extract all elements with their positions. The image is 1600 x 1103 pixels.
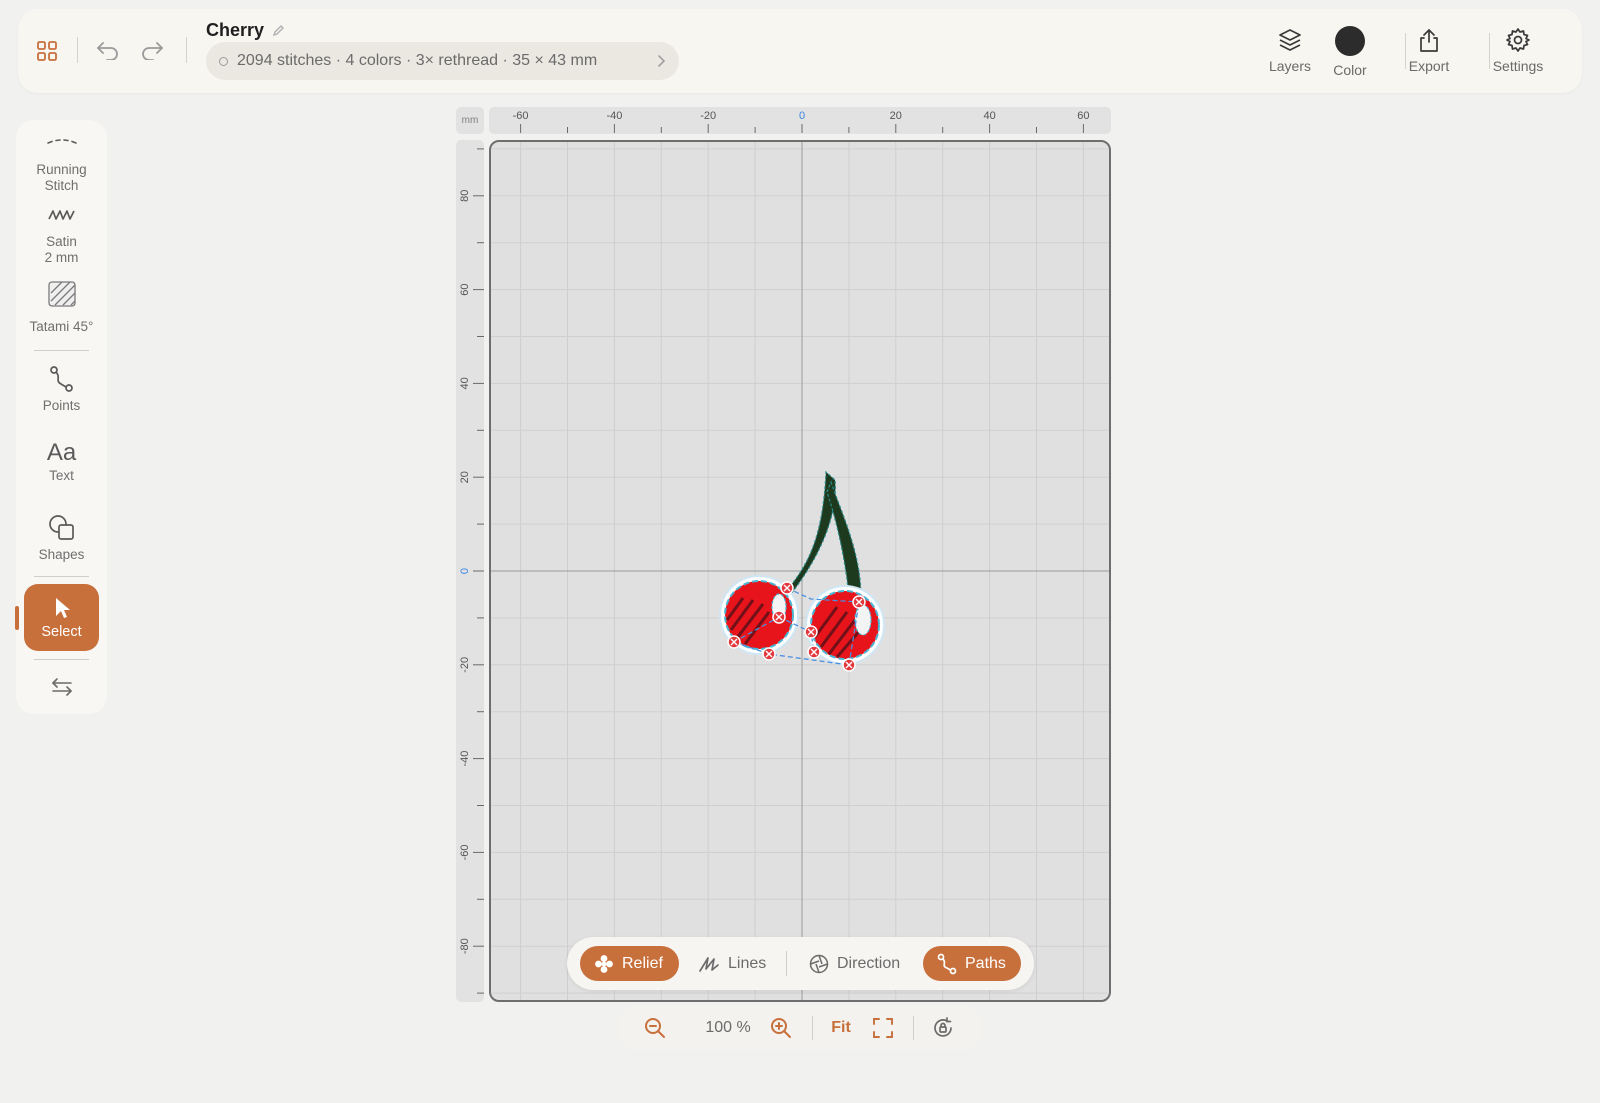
color-button[interactable]: Color: [1315, 26, 1385, 78]
zoom-bar: 100 % Fit: [620, 1006, 980, 1050]
ruler-x-label: -20: [700, 110, 716, 122]
vertical-ruler: 80 60 40 20 0 -20 -40 -60 -80: [456, 140, 484, 1002]
text-glyph-icon: Aa: [46, 439, 77, 466]
running-stitch-icon: [46, 139, 77, 144]
ruler-y-label: -40: [459, 751, 471, 767]
status-dot-icon: [219, 56, 228, 66]
swap-tools-button[interactable]: [16, 676, 107, 698]
ruler-y-label: -20: [459, 657, 471, 673]
ruler-x-label: -60: [513, 110, 529, 122]
lines-scribble-icon: [699, 956, 719, 972]
tool-points-label: Points: [42, 398, 81, 413]
redo-button[interactable]: [139, 37, 165, 63]
tool-running-stitch-line2: Stitch: [44, 178, 79, 193]
shapes-icon: [48, 515, 74, 540]
fullscreen-button[interactable]: [870, 1015, 896, 1041]
tool-tatami[interactable]: Tatami 45°: [16, 281, 107, 335]
tool-select-label: Select: [41, 623, 82, 640]
ruler-y-label: 60: [459, 283, 471, 295]
ruler-x-label: 20: [890, 110, 902, 122]
share-icon: [1420, 29, 1438, 52]
ruler-x-label: 60: [1077, 110, 1089, 122]
ruler-x-label: -40: [606, 110, 622, 122]
ruler-y-label: -60: [459, 844, 471, 860]
ruler-x-label: 40: [983, 110, 995, 122]
ruler-y-label: 20: [459, 471, 471, 483]
tool-running-stitch[interactable]: Running Stitch: [16, 136, 107, 194]
view-mode-paths-label: Paths: [965, 954, 1006, 972]
fit-button[interactable]: Fit: [828, 1015, 854, 1041]
tool-points[interactable]: Points: [16, 365, 107, 414]
layers-label: Layers: [1268, 58, 1312, 74]
horizontal-ruler: -60 -40 -20 0 20 40 60: [489, 107, 1111, 134]
zoom-in-icon: [771, 1018, 791, 1038]
export-label: Export: [1408, 58, 1450, 74]
undo-icon: [97, 42, 118, 60]
top-bar: Cherry 2094 stitches · 4 colors · 3× ret…: [18, 9, 1582, 93]
document-title[interactable]: Cherry: [206, 20, 285, 41]
zoom-out-icon: [645, 1018, 665, 1038]
view-mode-bar: Relief Lines Direction Paths: [567, 937, 1034, 990]
active-tool-marker: [15, 606, 19, 630]
cherry-stem-right: [826, 480, 862, 599]
grid-menu-button[interactable]: [34, 38, 60, 64]
view-mode-lines-label: Lines: [728, 954, 767, 972]
undo-button[interactable]: [95, 37, 121, 63]
tool-sidebar: Running Stitch Satin 2 mm Tatami 45° Poi…: [15, 120, 107, 714]
view-mode-relief[interactable]: Relief: [580, 946, 679, 981]
settings-label: Settings: [1492, 58, 1544, 74]
gear-icon: [1506, 28, 1530, 52]
zoom-out-button[interactable]: [642, 1015, 668, 1041]
view-mode-paths[interactable]: Paths: [923, 946, 1021, 981]
pencil-icon: [272, 25, 285, 37]
color-swatch: [1335, 26, 1365, 56]
export-button[interactable]: Export: [1394, 27, 1464, 74]
tool-running-stitch-line1: Running: [36, 162, 87, 177]
ruler-y-label: 0: [459, 568, 471, 574]
ruler-unit: mm: [456, 107, 484, 134]
view-mode-direction-label: Direction: [837, 954, 901, 972]
design-stats-text: 2094 stitches · 4 colors · 3× rethread ·…: [237, 52, 598, 69]
view-mode-relief-label: Relief: [622, 954, 663, 972]
zoom-in-button[interactable]: [768, 1015, 794, 1041]
grid-icon: [37, 41, 57, 61]
redo-icon: [142, 42, 163, 60]
rotation-lock-button[interactable]: [930, 1015, 956, 1041]
paths-icon: [937, 953, 957, 974]
fullscreen-icon: [873, 1018, 893, 1038]
view-mode-direction[interactable]: Direction: [807, 946, 917, 981]
ruler-x-label: 0: [799, 110, 805, 122]
zoom-level: 100 %: [705, 1019, 751, 1036]
tool-select[interactable]: Select: [24, 584, 99, 651]
tool-text-label: Text: [49, 468, 74, 483]
points-path-icon: [49, 366, 73, 392]
tool-shapes[interactable]: Shapes: [16, 513, 107, 563]
tool-shapes-label: Shapes: [38, 547, 85, 562]
document-title-text: Cherry: [206, 20, 265, 40]
cursor-arrow-icon: [55, 597, 70, 618]
tool-text[interactable]: Aa Text: [16, 440, 107, 484]
tool-satin-line2: 2 mm: [44, 250, 79, 265]
layers-icon: [1279, 29, 1301, 51]
swap-arrows-icon: [51, 678, 72, 696]
tool-tatami-label: Tatami 45°: [29, 319, 94, 334]
ruler-y-label: 80: [459, 190, 471, 202]
relief-flower-icon: [595, 954, 613, 973]
ruler-y-label: -80: [459, 938, 471, 954]
color-label: Color: [1333, 62, 1367, 78]
ruler-y-label: 40: [459, 377, 471, 389]
rotation-lock-icon: [934, 1017, 952, 1037]
direction-aperture-icon: [809, 954, 829, 973]
settings-button[interactable]: Settings: [1483, 27, 1553, 74]
design-canvas[interactable]: [489, 140, 1111, 1002]
tool-satin[interactable]: Satin 2 mm: [16, 208, 107, 266]
tatami-fill-icon: [47, 281, 76, 307]
satin-zigzag-icon: [47, 210, 75, 220]
chevron-right-icon: [658, 55, 666, 67]
tool-satin-line1: Satin: [46, 234, 77, 249]
view-mode-lines[interactable]: Lines: [694, 946, 776, 981]
design-stats-pill[interactable]: 2094 stitches · 4 colors · 3× rethread ·…: [206, 42, 679, 80]
